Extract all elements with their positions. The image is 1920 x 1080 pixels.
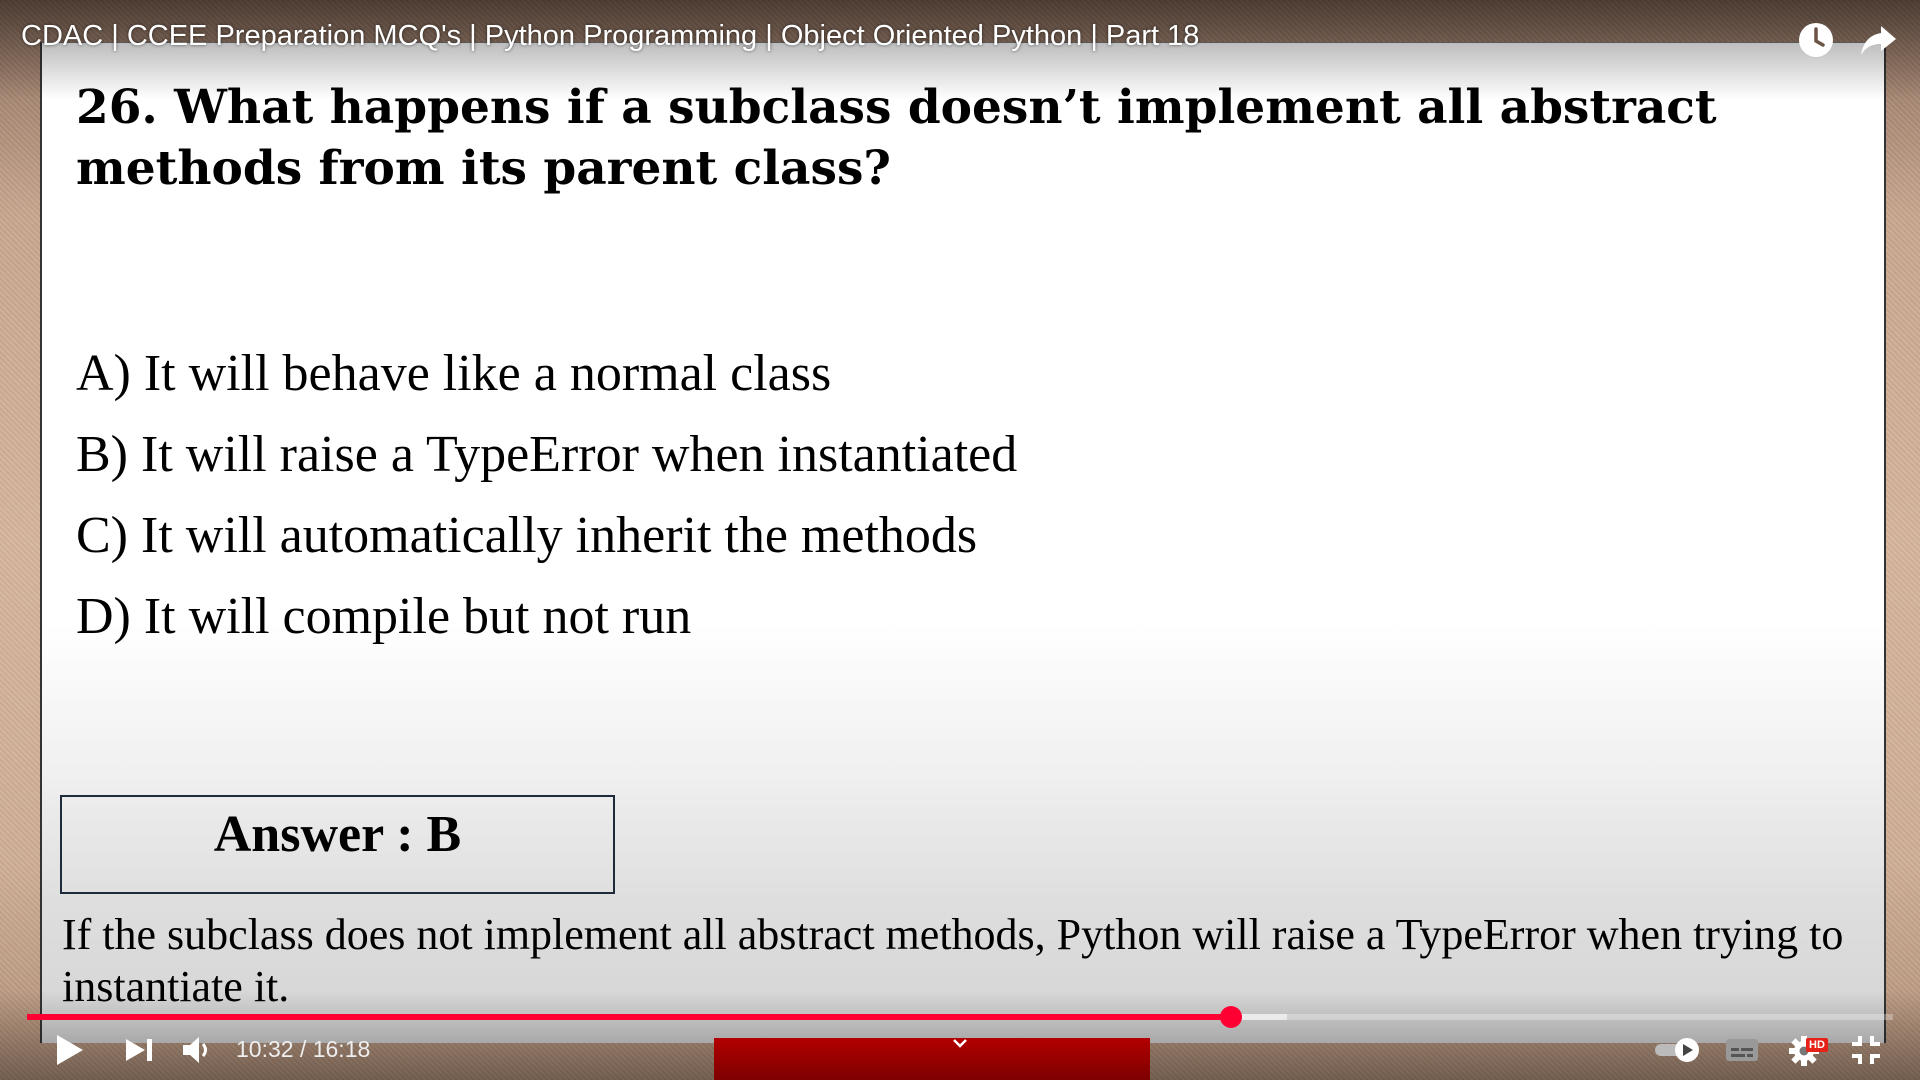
progress-bar[interactable] xyxy=(27,1006,1893,1028)
video-title[interactable]: CDAC | CCEE Preparation MCQ's | Python P… xyxy=(21,20,1199,53)
autoplay-toggle[interactable] xyxy=(1652,1030,1704,1070)
option-a: A) It will behave like a normal class xyxy=(76,345,832,402)
option-d: D) It will compile but not run xyxy=(76,588,692,645)
question-text: 26. What happens if a subclass doesn’t i… xyxy=(76,80,1717,196)
volume-button[interactable] xyxy=(178,1030,218,1070)
slide-content: 26. What happens if a subclass doesn’t i… xyxy=(40,42,1886,1043)
video-player[interactable]: 26. What happens if a subclass doesn’t i… xyxy=(0,0,1920,1080)
hd-badge: HD xyxy=(1806,1038,1828,1052)
subtitles-icon xyxy=(1726,1039,1758,1061)
answer-text: Answer : B xyxy=(213,806,462,863)
option-b: B) It will raise a TypeError when instan… xyxy=(76,426,1018,483)
time-display: 10:32 / 16:18 xyxy=(236,1036,371,1062)
chevron-down-icon xyxy=(953,1039,967,1048)
scrubber-handle[interactable] xyxy=(1219,1006,1242,1028)
watch-later-icon[interactable] xyxy=(1796,20,1836,60)
next-button[interactable] xyxy=(120,1030,160,1070)
next-icon xyxy=(126,1039,152,1061)
share-icon[interactable] xyxy=(1858,20,1898,60)
options-list: A) It will behave like a normal class B)… xyxy=(76,333,1017,657)
answer-box: Answer : B xyxy=(60,795,615,894)
volume-icon xyxy=(183,1037,207,1063)
explanation-text: If the subclass does not implement all a… xyxy=(62,910,1844,1011)
progress-played xyxy=(27,1014,1231,1020)
exit-fullscreen-icon xyxy=(1852,1036,1880,1064)
play-button[interactable] xyxy=(50,1030,90,1070)
exit-fullscreen-button[interactable] xyxy=(1846,1030,1886,1070)
subtitles-button[interactable] xyxy=(1722,1030,1762,1070)
option-c: C) It will automatically inherit the met… xyxy=(76,507,978,564)
play-icon xyxy=(57,1035,83,1065)
red-panel xyxy=(714,1038,1150,1080)
